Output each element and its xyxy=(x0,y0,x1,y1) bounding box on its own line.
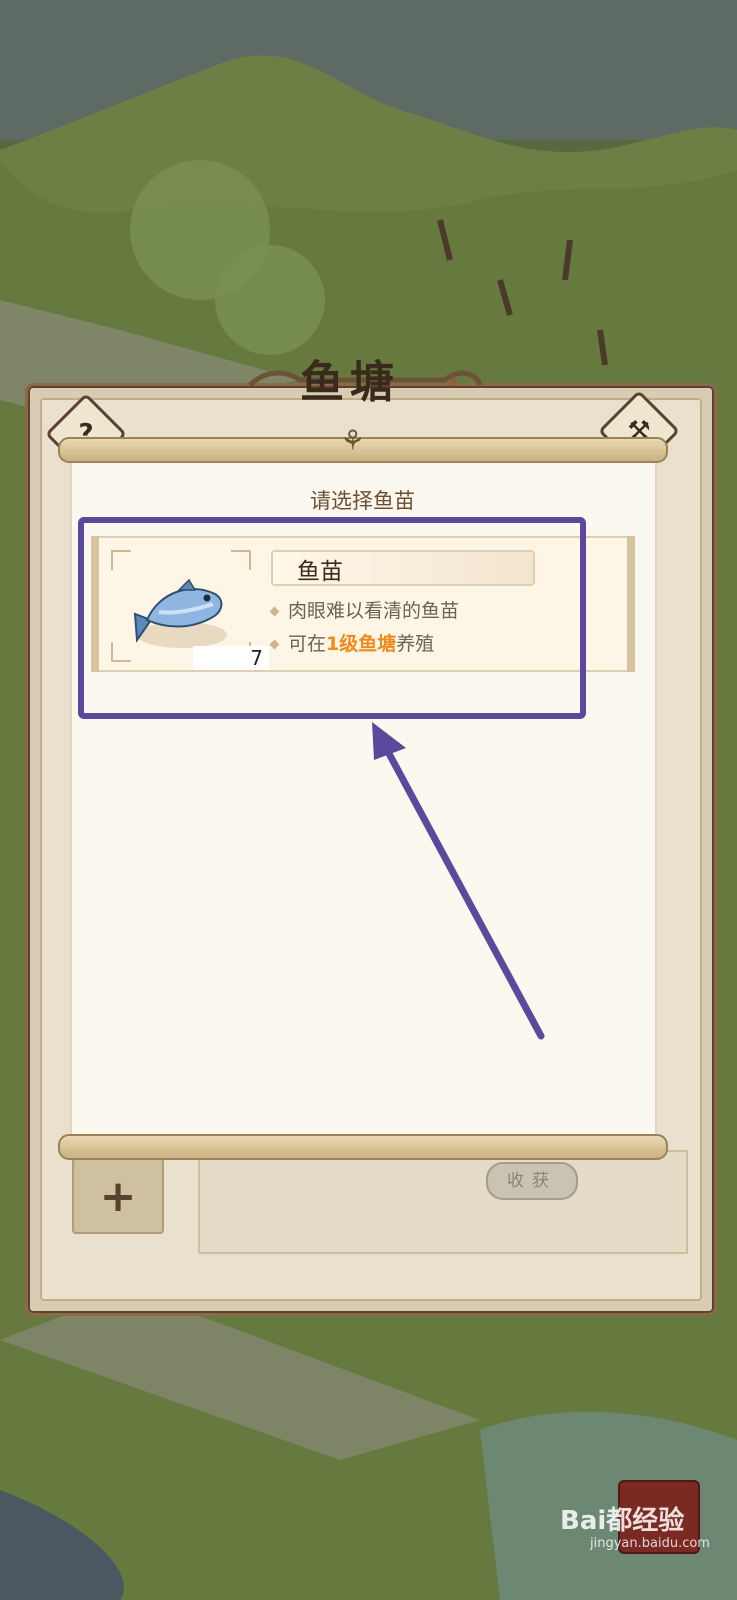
annotation-arrow xyxy=(372,722,545,1040)
watermark-url: jingyan.baidu.com xyxy=(590,1536,710,1551)
watermark: Bai都经验 xyxy=(560,1506,685,1536)
